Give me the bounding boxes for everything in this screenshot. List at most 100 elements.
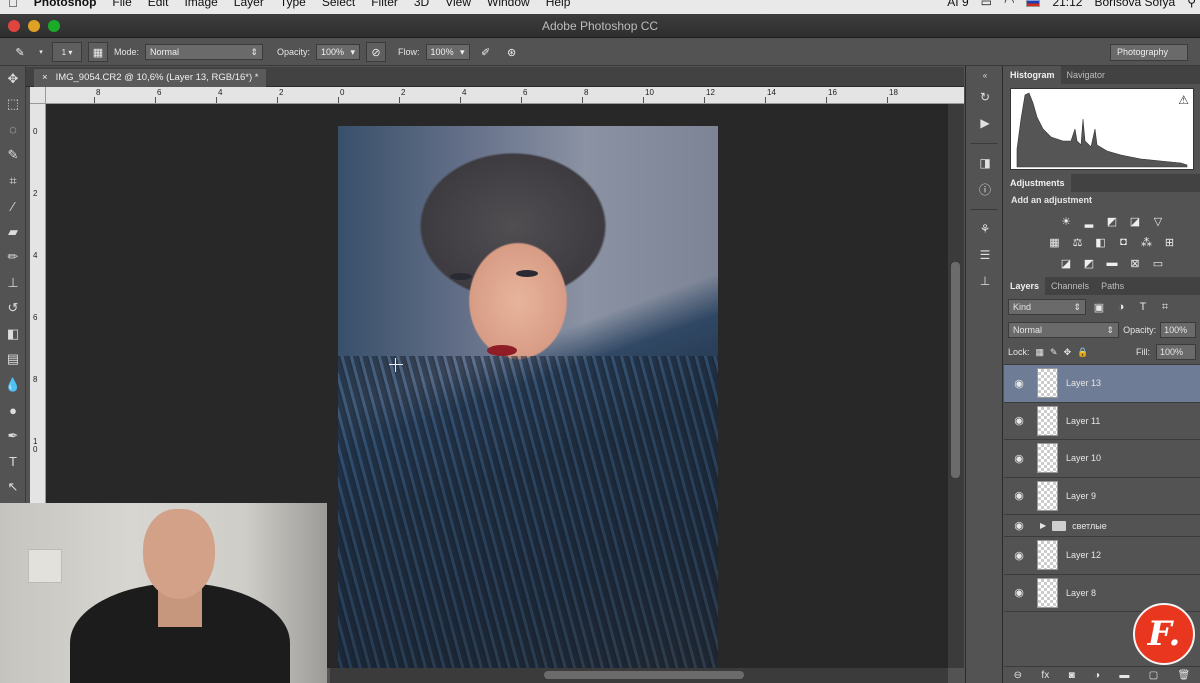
- history-panel-icon[interactable]: ↻: [966, 84, 1004, 110]
- brightness-contrast-icon[interactable]: ☀: [1057, 213, 1075, 229]
- clone-source-icon[interactable]: ⊥: [966, 268, 1004, 294]
- visibility-eye-icon[interactable]: ◉: [1004, 586, 1034, 599]
- tab-paths[interactable]: Paths: [1095, 277, 1130, 295]
- status-ai-icon[interactable]: AI 9: [947, 0, 968, 9]
- layer-group-row[interactable]: ◉ ▶ светлые: [1004, 515, 1200, 537]
- quick-select-tool-icon[interactable]: ✎: [0, 143, 26, 169]
- color-balance-icon[interactable]: ⚖: [1069, 234, 1087, 250]
- posterize-icon[interactable]: ◩: [1080, 255, 1098, 271]
- tab-close-icon[interactable]: ×: [42, 72, 48, 87]
- new-layer-icon[interactable]: ▢: [1149, 670, 1158, 681]
- lock-all-icon[interactable]: 🔒: [1077, 347, 1088, 358]
- selective-color-icon[interactable]: ⊠: [1126, 255, 1144, 271]
- path-select-tool-icon[interactable]: ↖: [0, 474, 26, 500]
- horizontal-scroll-thumb[interactable]: [544, 671, 744, 679]
- exposure-icon[interactable]: ◪: [1126, 213, 1144, 229]
- collapse-dock-icon[interactable]: «: [966, 66, 1004, 84]
- threshold-icon[interactable]: ▬: [1103, 255, 1121, 271]
- horizontal-scrollbar[interactable]: [330, 668, 948, 683]
- filter-pixel-icon[interactable]: ▣: [1090, 299, 1108, 315]
- vibrance-icon[interactable]: ▽: [1149, 213, 1167, 229]
- pressure-opacity-icon[interactable]: ⊘: [366, 42, 387, 62]
- menu-type[interactable]: Type: [280, 0, 306, 10]
- tab-histogram[interactable]: Histogram: [1004, 66, 1061, 84]
- link-layers-icon[interactable]: ⊖: [1014, 670, 1022, 681]
- filter-type-icon[interactable]: T: [1134, 299, 1152, 315]
- layer-thumbnail[interactable]: [1037, 368, 1058, 399]
- layer-thumbnail[interactable]: [1037, 577, 1058, 608]
- opacity-field[interactable]: 100% ▾: [316, 44, 361, 60]
- crop-tool-icon[interactable]: ⌗: [0, 168, 26, 194]
- brush-size-picker[interactable]: 1 ▾: [52, 42, 82, 62]
- flow-field[interactable]: 100% ▾: [425, 44, 470, 60]
- vertical-scrollbar[interactable]: [948, 104, 964, 668]
- layer-comps-icon[interactable]: ◨: [966, 150, 1004, 176]
- eyedropper-tool-icon[interactable]: ⁄: [0, 194, 26, 220]
- mode-select[interactable]: Normal ⇕: [145, 44, 264, 60]
- airbrush-icon[interactable]: ✐: [476, 42, 496, 62]
- eraser-tool-icon[interactable]: ◧: [0, 321, 26, 347]
- visibility-eye-icon[interactable]: ◉: [1004, 452, 1034, 465]
- menu-image[interactable]: Image: [184, 0, 217, 10]
- user-name[interactable]: Borisova Sofya: [1094, 0, 1175, 9]
- new-adjustment-icon[interactable]: ◑: [1094, 670, 1100, 681]
- menu-window[interactable]: Window: [487, 0, 530, 10]
- layer-thumbnail[interactable]: [1037, 480, 1058, 511]
- layer-row[interactable]: ◉ Layer 12: [1004, 537, 1200, 575]
- invert-icon[interactable]: ◪: [1057, 255, 1075, 271]
- menu-view[interactable]: View: [445, 0, 471, 10]
- move-tool-icon[interactable]: ✥: [0, 66, 26, 92]
- vertical-scroll-thumb[interactable]: [951, 262, 960, 478]
- spotlight-search-icon[interactable]: ⚲: [1187, 0, 1196, 9]
- workspace-switcher[interactable]: Photography: [1110, 44, 1188, 61]
- curves-icon[interactable]: ◩: [1103, 213, 1121, 229]
- layer-thumbnail[interactable]: [1037, 540, 1058, 571]
- menu-file[interactable]: File: [112, 0, 131, 10]
- visibility-eye-icon[interactable]: ◉: [1004, 377, 1034, 390]
- flag-icon[interactable]: [1026, 0, 1041, 7]
- dodge-tool-icon[interactable]: ●: [0, 398, 26, 424]
- brush-tool-icon[interactable]: ✏: [0, 245, 26, 271]
- brush-panel-icon[interactable]: ⚘: [966, 216, 1004, 242]
- brush-tool-preset-icon[interactable]: ✎: [10, 42, 30, 62]
- warning-icon[interactable]: ⚠: [1178, 93, 1189, 107]
- lock-pixels-icon[interactable]: ✎: [1050, 347, 1058, 358]
- document-tab[interactable]: × IMG_9054.CR2 @ 10,6% (Layer 13, RGB/16…: [34, 69, 267, 87]
- expand-arrow-icon[interactable]: ▶: [1040, 521, 1046, 530]
- clone-stamp-tool-icon[interactable]: ⊥: [0, 270, 26, 296]
- menu-app-name[interactable]: Photoshop: [34, 0, 97, 10]
- lasso-tool-icon[interactable]: ◌: [0, 117, 26, 143]
- fill-field[interactable]: 100%: [1156, 344, 1196, 360]
- brush-presets-icon[interactable]: ☰: [966, 242, 1004, 268]
- menu-layer[interactable]: Layer: [234, 0, 264, 10]
- add-mask-icon[interactable]: ◙: [1069, 670, 1075, 681]
- layer-row[interactable]: ◉ Layer 9: [1004, 478, 1200, 515]
- history-brush-tool-icon[interactable]: ↺: [0, 296, 26, 322]
- filter-adjustment-icon[interactable]: ◑: [1112, 299, 1130, 315]
- marquee-tool-icon[interactable]: ⬚: [0, 92, 26, 118]
- wifi-icon[interactable]: ◠: [1004, 0, 1014, 9]
- channel-mixer-icon[interactable]: ⁂: [1138, 234, 1156, 250]
- visibility-eye-icon[interactable]: ◉: [1004, 519, 1034, 532]
- menu-help[interactable]: Help: [546, 0, 571, 10]
- layer-opacity-field[interactable]: 100%: [1160, 322, 1196, 338]
- kind-filter-select[interactable]: Kind ⇕: [1008, 299, 1086, 315]
- actions-panel-icon[interactable]: ▶: [966, 110, 1004, 136]
- hue-saturation-icon[interactable]: ▦: [1046, 234, 1064, 250]
- menu-select[interactable]: Select: [322, 0, 355, 10]
- black-white-icon[interactable]: ◧: [1092, 234, 1110, 250]
- type-tool-icon[interactable]: T: [0, 449, 26, 475]
- horizontal-ruler[interactable]: 8 6 4 2 0 2 4 6 8 10 12 14 16 18: [46, 87, 964, 104]
- blend-mode-select[interactable]: Normal ⇕: [1008, 322, 1120, 338]
- menu-3d[interactable]: 3D: [414, 0, 429, 10]
- tab-channels[interactable]: Channels: [1045, 277, 1095, 295]
- pressure-size-icon[interactable]: ⊛: [502, 42, 522, 62]
- lock-transparency-icon[interactable]: ▦: [1036, 347, 1045, 358]
- photo-filter-icon[interactable]: ◘: [1115, 234, 1133, 250]
- clock[interactable]: 21:12: [1052, 0, 1082, 9]
- new-group-icon[interactable]: ▬: [1119, 670, 1129, 681]
- layer-row[interactable]: ◉ Layer 13: [1004, 365, 1200, 403]
- ruler-origin[interactable]: [30, 87, 46, 104]
- levels-icon[interactable]: ▂: [1080, 213, 1098, 229]
- info-panel-icon[interactable]: ⓘ: [966, 176, 1004, 202]
